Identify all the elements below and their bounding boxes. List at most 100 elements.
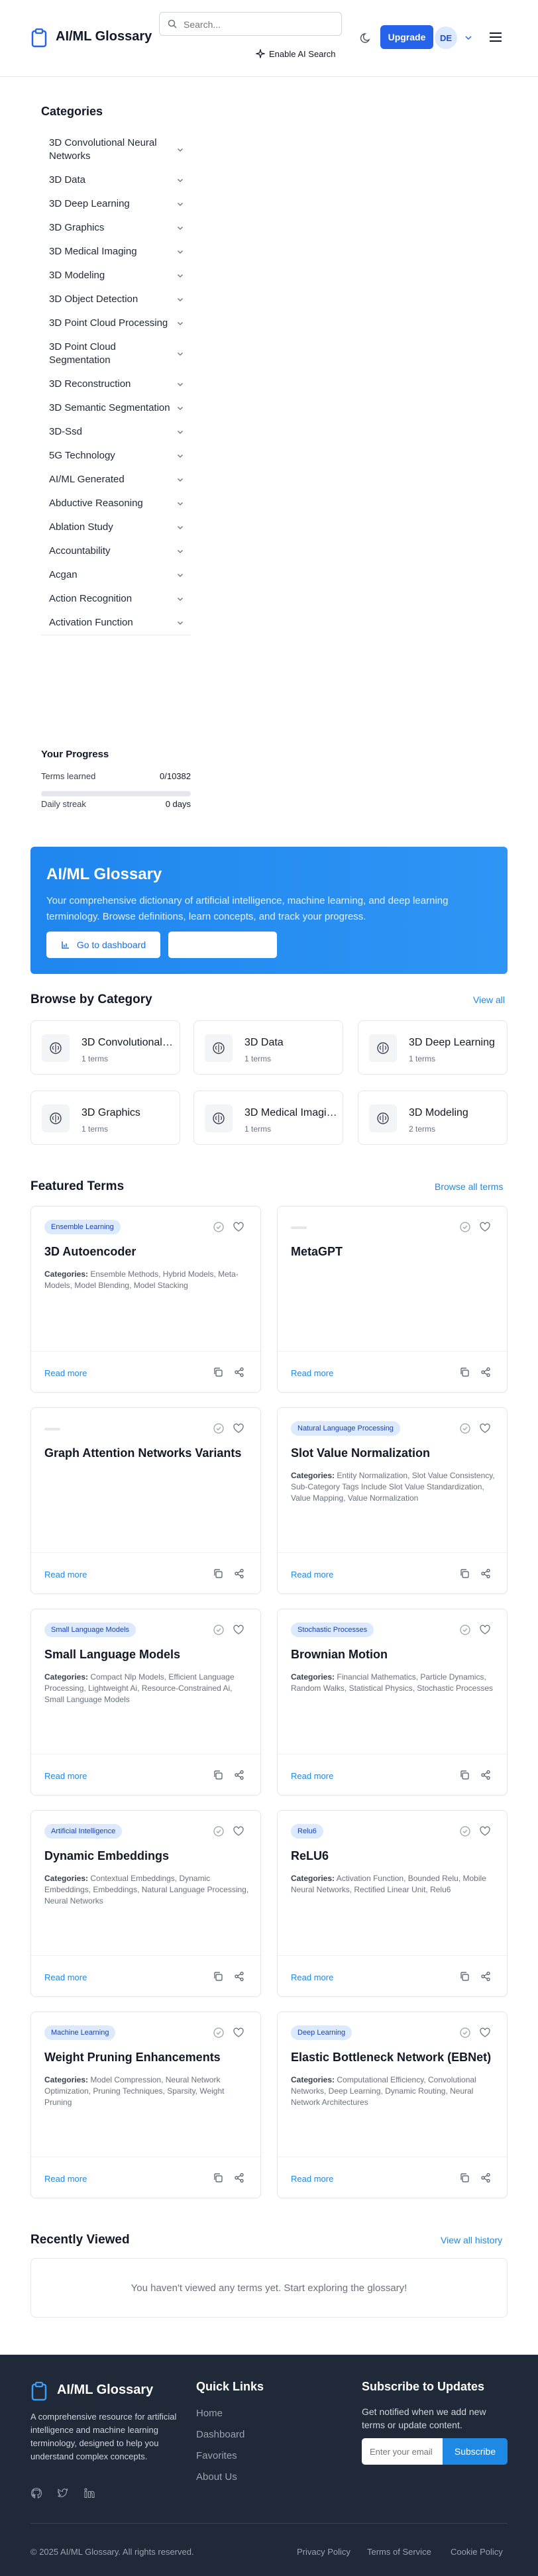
share-icon[interactable]: [234, 1971, 244, 1982]
share-icon[interactable]: [234, 1770, 244, 1780]
check-circle-icon[interactable]: [459, 1825, 471, 1837]
terms-of-service-link[interactable]: Terms of Service: [367, 2547, 431, 2557]
term-title[interactable]: Brownian Motion: [291, 1646, 496, 1662]
read-more-link[interactable]: Read more: [291, 2174, 333, 2184]
read-more-link[interactable]: Read more: [44, 1570, 87, 1580]
hamburger-menu-icon[interactable]: [488, 30, 504, 44]
footer-link-home[interactable]: Home: [196, 2408, 223, 2419]
sidebar-category-item[interactable]: 3D Object Detection: [41, 288, 191, 311]
read-more-link[interactable]: Read more: [291, 1771, 333, 1781]
sidebar-category-item[interactable]: 3D Point Cloud Processing: [41, 311, 191, 335]
category-card[interactable]: 3D Data 1 terms: [193, 1020, 343, 1075]
heart-icon[interactable]: [233, 1422, 244, 1434]
share-icon[interactable]: [480, 1971, 491, 1982]
check-circle-icon[interactable]: [459, 2027, 471, 2039]
check-circle-icon[interactable]: [213, 1221, 225, 1233]
sidebar-category-item[interactable]: Abductive Reasoning: [41, 492, 191, 515]
subscribe-button[interactable]: Subscribe: [443, 2438, 508, 2465]
term-card[interactable]: Artificial Intelligence Dynamic Embedding…: [30, 1810, 261, 1997]
check-circle-icon[interactable]: [459, 1624, 471, 1636]
term-title[interactable]: Weight Pruning Enhancements: [44, 2049, 250, 2065]
github-icon[interactable]: [30, 2487, 42, 2499]
secondary-hero-button[interactable]: [168, 932, 277, 958]
term-card[interactable]: Small Language Models Small Language Mode…: [30, 1609, 261, 1796]
category-card[interactable]: 3D Graphics 1 terms: [30, 1091, 180, 1145]
sidebar-category-item[interactable]: 3D Deep Learning: [41, 192, 191, 216]
moon-icon[interactable]: [359, 30, 374, 45]
read-more-link[interactable]: Read more: [44, 1972, 87, 1982]
search-bar[interactable]: [159, 12, 342, 36]
term-title[interactable]: Elastic Bottleneck Network (EBNet): [291, 2049, 496, 2065]
category-card[interactable]: 3D Medical Imaging 1 terms: [193, 1091, 343, 1145]
sidebar-category-item[interactable]: Ablation Study: [41, 515, 191, 539]
avatar[interactable]: DE: [435, 27, 457, 49]
term-title[interactable]: Dynamic Embeddings: [44, 1848, 250, 1864]
heart-icon[interactable]: [479, 2027, 491, 2039]
check-circle-icon[interactable]: [213, 2027, 225, 2039]
term-card[interactable]: Natural Language Processing Slot Value No…: [277, 1407, 508, 1594]
check-circle-icon[interactable]: [459, 1422, 471, 1434]
category-card[interactable]: 3D Convolutional Neural Networks 1 terms: [30, 1020, 180, 1075]
check-circle-icon[interactable]: [213, 1624, 225, 1636]
heart-icon[interactable]: [479, 1221, 491, 1233]
heart-icon[interactable]: [479, 1624, 491, 1636]
term-card[interactable]: Ensemble Learning 3D Autoencoder Categorie…: [30, 1206, 261, 1393]
term-title[interactable]: ReLU6: [291, 1848, 496, 1864]
copy-icon[interactable]: [459, 2173, 470, 2183]
go-to-dashboard-button[interactable]: Go to dashboard: [46, 932, 160, 958]
read-more-link[interactable]: Read more: [44, 1368, 87, 1378]
share-icon[interactable]: [480, 1367, 491, 1377]
heart-icon[interactable]: [233, 1825, 244, 1837]
sidebar-category-item[interactable]: Acgan: [41, 563, 191, 587]
category-card[interactable]: 3D Modeling 2 terms: [358, 1091, 508, 1145]
view-all-history-link[interactable]: View all history: [441, 2235, 502, 2245]
sidebar-category-item[interactable]: Action Recognition: [41, 587, 191, 611]
sidebar-category-item[interactable]: 3D Modeling: [41, 264, 191, 288]
copy-icon[interactable]: [459, 1770, 470, 1780]
read-more-link[interactable]: Read more: [44, 1771, 87, 1781]
copy-icon[interactable]: [213, 1971, 223, 1982]
sidebar-category-item[interactable]: 3D Point Cloud Segmentation: [41, 335, 191, 372]
sidebar-category-item[interactable]: 3D Graphics: [41, 216, 191, 240]
sidebar-category-item[interactable]: 5G Technology: [41, 444, 191, 468]
copy-icon[interactable]: [459, 1367, 470, 1377]
share-icon[interactable]: [234, 2173, 244, 2183]
check-circle-icon[interactable]: [459, 1221, 471, 1233]
term-title[interactable]: Small Language Models: [44, 1646, 250, 1662]
clipboard-logo-icon[interactable]: [30, 28, 48, 48]
share-icon[interactable]: [480, 1770, 491, 1780]
read-more-link[interactable]: Read more: [44, 2174, 87, 2184]
search-input[interactable]: [184, 17, 336, 32]
share-icon[interactable]: [480, 2173, 491, 2183]
term-card[interactable]: Deep Learning Elastic Bottleneck Network …: [277, 2012, 508, 2198]
share-icon[interactable]: [234, 1367, 244, 1377]
upgrade-button[interactable]: Upgrade: [380, 25, 433, 49]
read-more-link[interactable]: Read more: [291, 1972, 333, 1982]
term-card[interactable]: Machine Learning Weight Pruning Enhanceme…: [30, 2012, 261, 2198]
term-card[interactable]: Relu6 ReLU6 Categories: Activation Functio…: [277, 1810, 508, 1997]
copy-icon[interactable]: [213, 1568, 223, 1579]
footer-link-about[interactable]: About Us: [196, 2471, 237, 2483]
linkedin-icon[interactable]: [83, 2487, 95, 2499]
share-icon[interactable]: [480, 1568, 491, 1579]
cookie-policy-link[interactable]: Cookie Policy: [451, 2547, 503, 2557]
read-more-link[interactable]: Read more: [291, 1570, 333, 1580]
read-more-link[interactable]: Read more: [291, 1368, 333, 1378]
sidebar-category-item[interactable]: 3D Convolutional Neural Networks: [41, 131, 191, 168]
copy-icon[interactable]: [459, 1971, 470, 1982]
sidebar-category-item[interactable]: Activation Function: [41, 611, 191, 635]
sidebar-category-item[interactable]: 3D Medical Imaging: [41, 240, 191, 264]
copy-icon[interactable]: [213, 1770, 223, 1780]
term-title[interactable]: MetaGPT: [291, 1244, 496, 1260]
copy-icon[interactable]: [213, 1367, 223, 1377]
check-circle-icon[interactable]: [213, 1422, 225, 1434]
copy-icon[interactable]: [213, 2173, 223, 2183]
heart-icon[interactable]: [233, 1221, 244, 1233]
sidebar-category-item[interactable]: Accountability: [41, 539, 191, 563]
enable-ai-search-button[interactable]: Enable AI Search: [256, 46, 335, 61]
heart-icon[interactable]: [233, 1624, 244, 1636]
sidebar-category-item[interactable]: 3D Semantic Segmentation: [41, 396, 191, 420]
chevron-down-icon[interactable]: [464, 33, 473, 42]
term-title[interactable]: Graph Attention Networks Variants: [44, 1445, 250, 1461]
footer-link-favorites[interactable]: Favorites: [196, 2450, 237, 2461]
